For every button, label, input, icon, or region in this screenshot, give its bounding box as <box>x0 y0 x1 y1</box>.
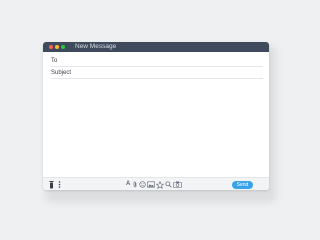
subject-field-divider <box>51 78 263 79</box>
window-title: New Message <box>75 43 117 50</box>
trash-icon[interactable] <box>49 180 54 189</box>
camera-icon[interactable] <box>173 181 182 188</box>
star-icon[interactable] <box>156 180 164 189</box>
to-field-label[interactable]: To <box>51 57 57 65</box>
title-bar: New Message <box>43 42 269 52</box>
more-options-icon[interactable] <box>58 180 61 189</box>
emoji-icon[interactable] <box>139 181 146 188</box>
insert-image-icon[interactable] <box>147 181 155 188</box>
attach-icon[interactable] <box>133 181 137 188</box>
compose-toolbar: A Send <box>43 177 269 190</box>
compose-window: New Message To Subject A Send <box>43 42 269 190</box>
search-icon[interactable] <box>165 181 172 188</box>
to-field-divider <box>51 66 263 67</box>
close-window-button[interactable] <box>49 45 53 49</box>
maximize-window-button[interactable] <box>61 45 65 49</box>
format-text-icon[interactable]: A <box>126 181 130 188</box>
message-body[interactable] <box>43 80 269 177</box>
subject-field-label[interactable]: Subject <box>51 69 71 77</box>
send-button[interactable]: Send <box>232 181 253 189</box>
minimize-window-button[interactable] <box>55 45 59 49</box>
